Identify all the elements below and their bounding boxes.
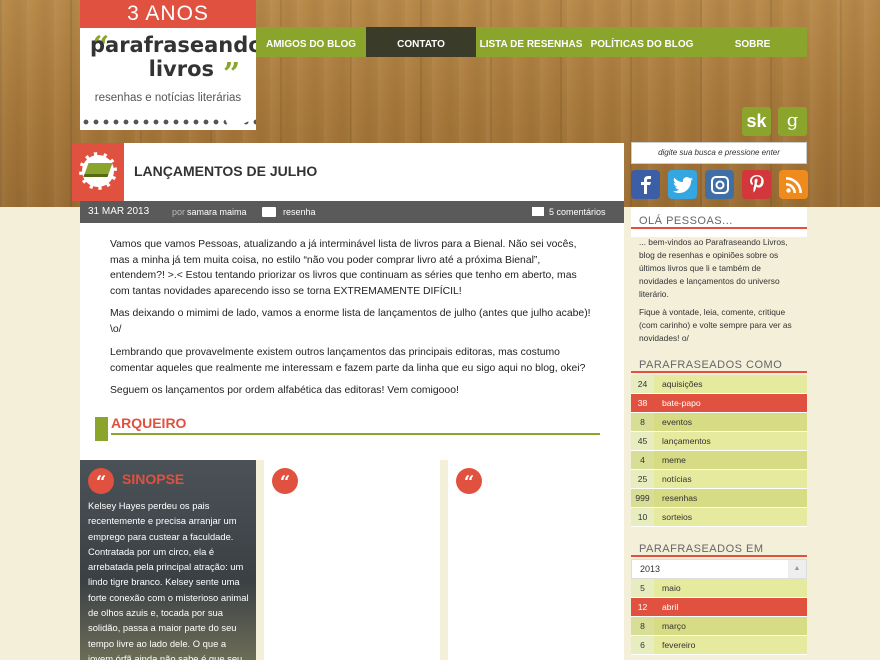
tag-count: 8: [631, 413, 654, 431]
tag-count: 25: [631, 470, 654, 488]
site-logo[interactable]: 3 ANOS “ parafraseando livros ” resenhas…: [80, 0, 263, 130]
post-paragraph: Lembrando que provavelmente existem outr…: [110, 347, 586, 374]
anniversary-banner: 3 ANOS: [80, 0, 256, 28]
quote-icon: “: [272, 468, 298, 494]
post-by-label: por: [172, 207, 186, 217]
tag-list: 24 aquisições 38 bate-papo 8 eventos 45 lanç…: [631, 375, 807, 527]
close-quote-icon: ”: [223, 57, 241, 92]
post-date: 31 MAR 2013: [88, 206, 150, 217]
month-label: março: [654, 617, 807, 635]
post-author[interactable]: samara maima: [187, 201, 247, 223]
hello-text: ... bem-vindos ao Parafraseando Livros, …: [639, 237, 788, 299]
archive-title: PARAFRASEADOS EM: [631, 535, 807, 557]
tag-row[interactable]: 38 bate-papo: [631, 394, 807, 413]
month-label: fevereiro: [654, 636, 807, 654]
month-list: 5 maio 12 abril 8 março 6 fevereiro: [631, 579, 807, 655]
facebook-icon[interactable]: [631, 170, 660, 199]
tag-count: 10: [631, 508, 654, 526]
quote-icon: “: [456, 468, 482, 494]
tag-count: 999: [631, 489, 654, 507]
hello-widget-header: OLÁ PESSOAS...: [631, 207, 807, 237]
site-name-line1: parafraseando: [90, 33, 263, 57]
synopsis-text: Kelsey Hayes perdeu os pais recentemente…: [88, 500, 249, 660]
archive-widget-header: PARAFRASEADOS EM: [631, 535, 807, 559]
month-label: abril: [654, 598, 807, 616]
month-count: 12: [631, 598, 654, 616]
post-meta-bar: 31 MAR 2013 por samara maima resenha 5 c…: [80, 201, 624, 223]
post-comments-link[interactable]: 5 comentários: [549, 201, 606, 223]
tag-label: lançamentos: [654, 432, 807, 450]
main-nav: AMIGOS DO BLOG CONTATO LISTA DE RESENHAS…: [256, 27, 807, 57]
search-input[interactable]: digite sua busca e pressione enter: [631, 142, 807, 164]
book-card[interactable]: “: [264, 460, 440, 660]
bookmark-icon: [95, 417, 108, 441]
rss-icon[interactable]: [779, 170, 808, 199]
month-row[interactable]: 12 abril: [631, 598, 807, 617]
quote-icon: “: [88, 468, 114, 494]
twitter-icon[interactable]: [668, 170, 697, 199]
nav-sobre[interactable]: SOBRE: [698, 27, 807, 57]
tag-row[interactable]: 25 notícias: [631, 470, 807, 489]
post-paragraph: Mas deixando o mimimi de lado, vamos a e…: [110, 308, 591, 335]
book-card[interactable]: “ SINOPSE Kelsey Hayes perdeu os pais re…: [80, 460, 256, 660]
post-paragraph: Seguem os lançamentos por ordem alfabéti…: [110, 385, 459, 396]
tag-label: eventos: [654, 413, 807, 431]
tag-label: bate-papo: [654, 394, 807, 412]
nav-politicas-do-blog[interactable]: POLÍTICAS DO BLOG: [586, 27, 698, 57]
tags-title: PARAFRASEADOS COMO: [631, 351, 807, 373]
site-tagline: resenhas e notícias literárias: [94, 92, 242, 104]
month-count: 8: [631, 617, 654, 635]
month-count: 5: [631, 579, 654, 597]
book-card[interactable]: “: [448, 460, 624, 660]
month-row[interactable]: 6 fevereiro: [631, 636, 807, 655]
hello-title: OLÁ PESSOAS...: [631, 207, 807, 229]
comment-icon: [532, 207, 544, 216]
tag-label: resenhas: [654, 489, 807, 507]
instagram-icon[interactable]: [705, 170, 734, 199]
tag-count: 24: [631, 375, 654, 393]
tag-row[interactable]: 999 resenhas: [631, 489, 807, 508]
tag-count: 45: [631, 432, 654, 450]
tag-count: 4: [631, 451, 654, 469]
tag-row[interactable]: 4 meme: [631, 451, 807, 470]
tag-row[interactable]: 8 eventos: [631, 413, 807, 432]
chevron-up-icon[interactable]: ▲: [788, 560, 806, 578]
month-row[interactable]: 5 maio: [631, 579, 807, 598]
tag-label: sorteios: [654, 508, 807, 526]
publisher-heading: ARQUEIRO: [111, 415, 187, 431]
post-category[interactable]: resenha: [283, 201, 316, 223]
pinterest-icon[interactable]: [742, 170, 771, 199]
year-select[interactable]: 2013 ▲: [631, 559, 807, 579]
tags-widget-header: PARAFRASEADOS COMO: [631, 351, 807, 375]
tag-row[interactable]: 10 sorteios: [631, 508, 807, 527]
tag-count: 38: [631, 394, 654, 412]
book-icon: [83, 163, 113, 177]
synopsis-heading: SINOPSE: [122, 471, 185, 487]
post-title[interactable]: LANÇAMENTOS DE JULHO: [134, 163, 317, 179]
month-count: 6: [631, 636, 654, 654]
tag-label: meme: [654, 451, 807, 469]
tag-row[interactable]: 24 aquisições: [631, 375, 807, 394]
post-badge: [72, 143, 124, 201]
skoob-icon[interactable]: sk: [742, 107, 771, 136]
post-paragraph: Vamos que vamos Pessoas, atualizando a j…: [110, 239, 577, 297]
tag-icon: [262, 207, 276, 217]
nav-lista-de-resenhas[interactable]: LISTA DE RESENHAS: [476, 27, 586, 57]
month-row[interactable]: 8 março: [631, 617, 807, 636]
tag-label: aquisições: [654, 375, 807, 393]
nav-amigos-do-blog[interactable]: AMIGOS DO BLOG: [256, 27, 366, 57]
heading-divider: [111, 433, 600, 435]
tag-row[interactable]: 45 lançamentos: [631, 432, 807, 451]
tag-label: notícias: [654, 470, 807, 488]
hello-text: Fique à vontade, leia, comente, critique…: [639, 307, 792, 343]
nav-contato[interactable]: CONTATO: [366, 27, 476, 57]
goodreads-icon[interactable]: g: [778, 107, 807, 136]
year-value: 2013: [640, 564, 661, 574]
month-label: maio: [654, 579, 807, 597]
